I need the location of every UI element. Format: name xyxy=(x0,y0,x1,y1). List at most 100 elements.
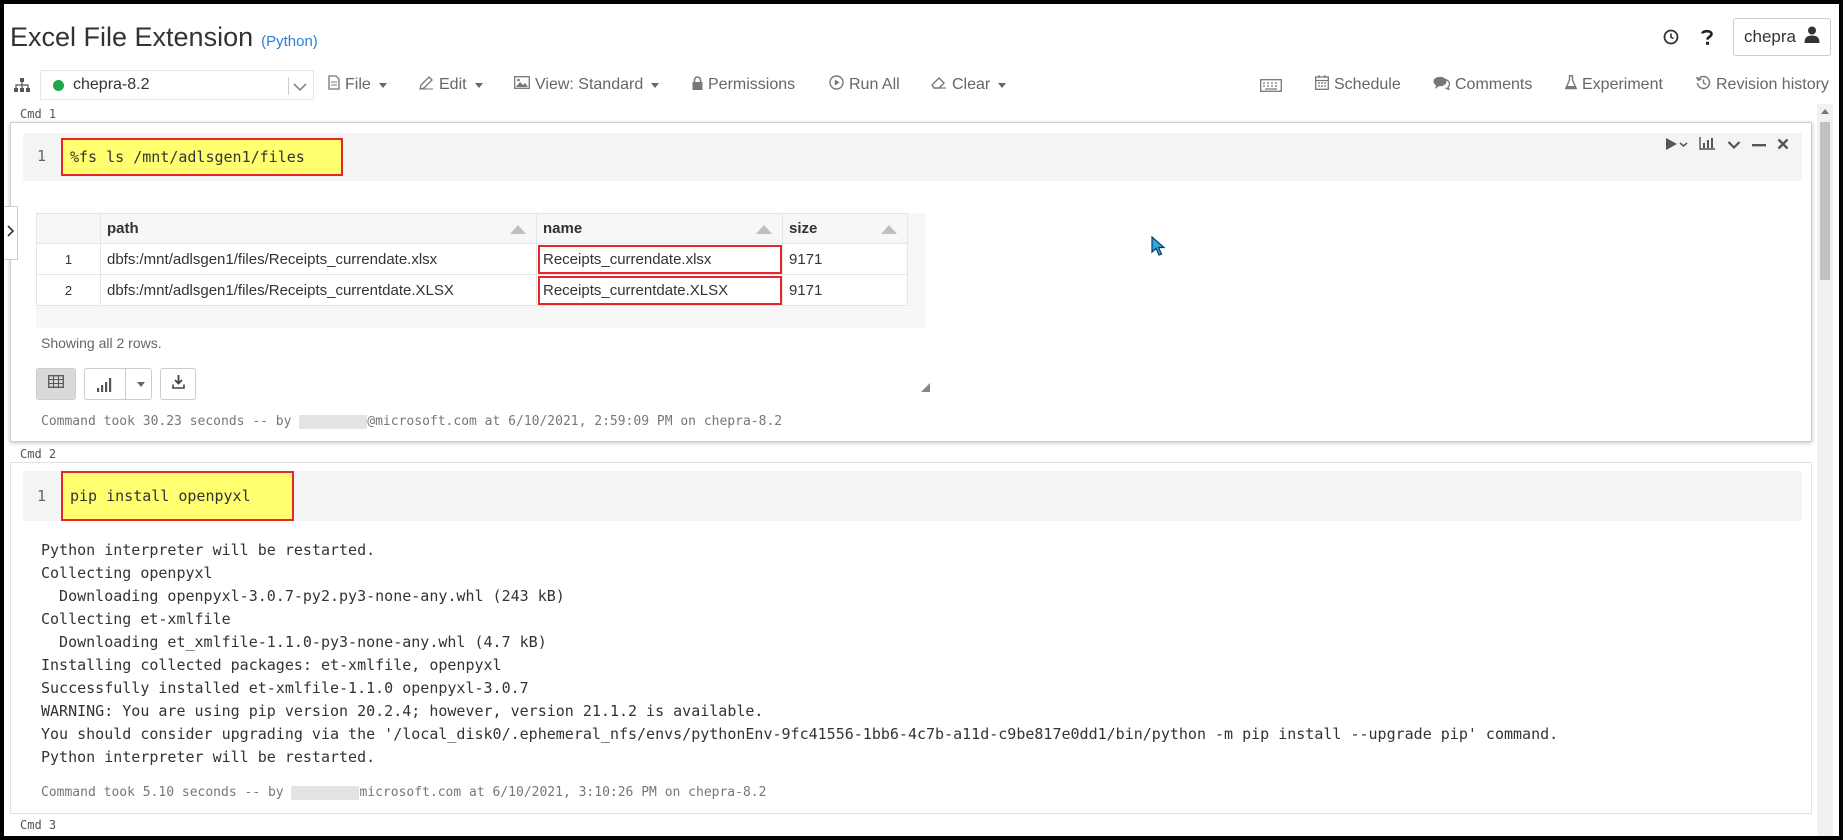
mouse-cursor-icon xyxy=(1151,235,1166,261)
file-menu[interactable]: File xyxy=(328,70,387,100)
output-line: Successfully installed et-xmlfile-1.1.0 … xyxy=(41,679,529,697)
cell-size: 9171 xyxy=(782,274,908,306)
code-line[interactable]: pip install openpyxl xyxy=(61,471,294,521)
sidebar-toggle[interactable] xyxy=(4,206,18,260)
command-cell[interactable]: 1 pip install openpyxl Python interprete… xyxy=(10,462,1812,814)
caret-down-icon xyxy=(651,82,660,88)
history-icon xyxy=(1695,75,1711,95)
minimize-icon[interactable] xyxy=(1752,137,1766,155)
bar-chart-icon[interactable] xyxy=(1699,137,1716,155)
run-cell-icon[interactable] xyxy=(1666,137,1688,155)
chevron-down-icon[interactable] xyxy=(293,79,307,97)
notebook-toolbar: chepra-8.2 File Edit View: Standard Perm… xyxy=(4,70,1839,100)
edit-icon xyxy=(419,75,434,95)
column-header-name[interactable]: name xyxy=(536,213,783,244)
sort-icon[interactable] xyxy=(881,225,897,234)
schedule-button[interactable]: Schedule xyxy=(1315,70,1401,100)
cluster-status-indicator xyxy=(53,79,64,91)
row-number: 2 xyxy=(36,274,101,306)
cluster-divider xyxy=(288,77,289,95)
row-number-header xyxy=(36,213,101,244)
close-icon[interactable] xyxy=(1777,137,1789,155)
comments-button[interactable]: Comments xyxy=(1433,70,1532,100)
cluster-selector[interactable]: chepra-8.2 xyxy=(40,70,314,100)
experiment-button[interactable]: Experiment xyxy=(1564,70,1663,100)
caret-down-icon xyxy=(474,82,483,88)
column-header-label: name xyxy=(543,220,583,237)
notebook-title-row: Excel File Extension (Python) xyxy=(10,22,318,53)
header-actions: chepra xyxy=(1661,18,1831,56)
user-menu-button[interactable]: chepra xyxy=(1733,18,1831,56)
redacted-user xyxy=(299,414,368,429)
code-editor[interactable]: 1 pip install openpyxl xyxy=(23,471,1802,521)
cell-actions xyxy=(1666,137,1789,155)
chevron-down-icon[interactable] xyxy=(1727,137,1741,155)
column-header-size[interactable]: size xyxy=(782,213,908,244)
experiment-label: Experiment xyxy=(1582,76,1663,93)
cell-path: dbfs:/mnt/adlsgen1/files/Receipts_curren… xyxy=(100,243,537,275)
download-button[interactable] xyxy=(160,368,196,400)
duration-prefix: Command took 5.10 seconds -- by xyxy=(41,785,292,800)
schedule-label: Schedule xyxy=(1334,76,1401,93)
cell-name: Receipts_currentdate.XLSX xyxy=(536,274,783,306)
output-line: Collecting et-xmlfile xyxy=(41,610,231,628)
notebook-language[interactable]: (Python) xyxy=(261,33,318,50)
caret-down-icon[interactable] xyxy=(137,382,145,387)
revision-history-label: Revision history xyxy=(1716,76,1829,93)
code-editor[interactable]: 1 %fs ls /mnt/adlsgen1/files xyxy=(23,133,1802,181)
sort-icon[interactable] xyxy=(510,225,526,234)
help-icon[interactable] xyxy=(1697,27,1717,47)
file-menu-label: File xyxy=(345,76,371,93)
sitemap-icon[interactable] xyxy=(14,70,30,100)
table-row: 1 dbfs:/mnt/adlsgen1/files/Receipts_curr… xyxy=(36,243,908,275)
flask-icon xyxy=(1564,75,1578,95)
notebook-title[interactable]: Excel File Extension xyxy=(10,22,253,53)
command-cell[interactable]: 1 %fs ls /mnt/adlsgen1/files path name s… xyxy=(10,122,1812,442)
command-duration-text: Command took 5.10 seconds -- by microsof… xyxy=(41,785,766,800)
line-number: 1 xyxy=(37,487,47,505)
output-line: You should consider upgrading via the '/… xyxy=(41,725,1559,743)
caret-down-icon xyxy=(378,82,387,88)
cmd-label: Cmd 1 xyxy=(20,107,57,121)
results-table: path name size 1 dbfs:/mnt/adlsgen1/file… xyxy=(36,213,908,306)
output-line: Collecting openpyxl xyxy=(41,564,213,582)
view-menu[interactable]: View: Standard xyxy=(514,70,660,100)
output-line: Downloading openpyxl-3.0.7-py2.py3-none-… xyxy=(41,587,565,605)
scrollbar-thumb[interactable] xyxy=(1820,122,1830,280)
cmd-label: Cmd 3 xyxy=(20,818,57,832)
duration-prefix: Command took 30.23 seconds -- by xyxy=(41,414,300,429)
revision-history-button[interactable]: Revision history xyxy=(1695,70,1829,100)
signal-bars-icon xyxy=(97,378,113,397)
view-menu-label: View: Standard xyxy=(535,76,644,93)
caret-down-icon xyxy=(998,82,1007,88)
cell-name: Receipts_currendate.xlsx xyxy=(536,243,783,275)
column-header-label: path xyxy=(107,220,139,237)
calendar-icon xyxy=(1315,75,1329,95)
permissions-button[interactable]: Permissions xyxy=(692,70,795,100)
vertical-scrollbar[interactable] xyxy=(1817,104,1833,836)
column-header-label: size xyxy=(789,220,818,237)
table-view-button[interactable] xyxy=(36,368,76,400)
download-icon xyxy=(171,374,185,394)
permissions-label: Permissions xyxy=(708,76,796,93)
clock-icon[interactable] xyxy=(1661,27,1681,47)
image-icon xyxy=(514,76,530,94)
run-all-button[interactable]: Run All xyxy=(829,70,900,100)
redacted-user xyxy=(291,785,360,800)
cell-path: dbfs:/mnt/adlsgen1/files/Receipts_curren… xyxy=(100,274,537,306)
resize-handle[interactable] xyxy=(921,383,930,392)
sort-icon[interactable] xyxy=(756,225,772,234)
column-header-path[interactable]: path xyxy=(100,213,537,244)
scroll-up-icon[interactable] xyxy=(1821,109,1829,114)
plot-options-button[interactable] xyxy=(84,368,152,400)
table-header-row: path name size xyxy=(36,213,908,244)
keyboard-icon[interactable] xyxy=(1260,70,1282,100)
code-line[interactable]: %fs ls /mnt/adlsgen1/files xyxy=(61,138,343,176)
table-icon xyxy=(48,375,64,393)
duration-suffix: @microsoft.com at 6/10/2021, 2:59:09 PM … xyxy=(367,414,783,429)
lock-icon xyxy=(692,75,703,95)
clear-menu[interactable]: Clear xyxy=(931,70,1007,100)
output-line: Python interpreter will be restarted. xyxy=(41,541,376,559)
chevron-right-icon xyxy=(7,224,15,242)
edit-menu[interactable]: Edit xyxy=(419,70,483,100)
